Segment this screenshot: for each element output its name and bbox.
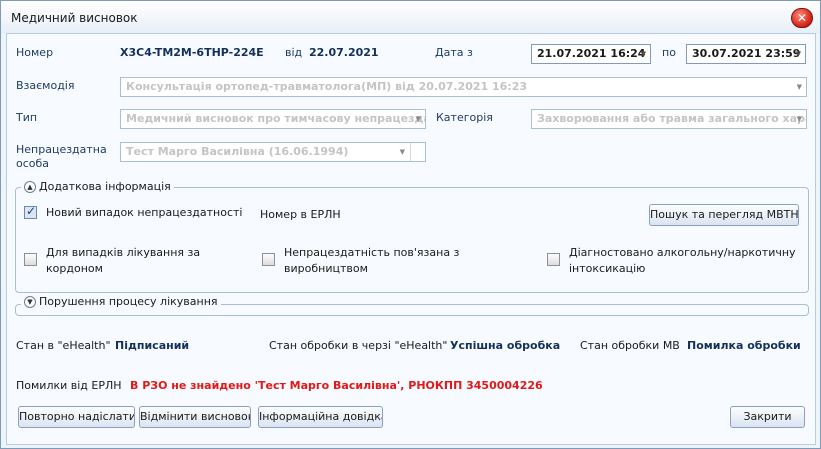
info-certificate-button[interactable]: Інформаційна довідка bbox=[258, 406, 383, 428]
category-value: Захворювання або травма загального харак… bbox=[537, 112, 806, 125]
title-bar: Медичний висновок ✕ bbox=[1, 1, 820, 33]
erln-error-message: В РЗО не знайдено 'Тест Марго Василівна'… bbox=[130, 379, 543, 392]
abroad-label-line2: кордоном bbox=[46, 262, 103, 275]
work-related-label-line2: виробництвом bbox=[284, 262, 368, 275]
alcohol-label-line1: Діагностовано алкогольну/наркотичну bbox=[569, 246, 796, 259]
type-label: Тип bbox=[16, 111, 38, 124]
interaction-label: Взаємодія bbox=[16, 79, 75, 92]
chevron-down-icon: ▼ bbox=[795, 50, 801, 58]
close-window-button[interactable]: ✕ bbox=[791, 8, 813, 28]
mv-status-value: Помилка обробки bbox=[687, 339, 801, 352]
chevron-down-icon: ▼ bbox=[399, 148, 405, 156]
date-from-label: Дата з bbox=[435, 46, 473, 59]
person-field[interactable]: Тест Марго Василівна (16.06.1994) ▼ bbox=[120, 142, 426, 162]
chevron-up-icon: ▲ bbox=[24, 181, 36, 193]
interaction-value: Консультація ортопед-травматолога(МП) ві… bbox=[126, 80, 528, 93]
interaction-field[interactable]: Консультація ортопед-травматолога(МП) ві… bbox=[120, 77, 807, 97]
violation-title: Порушення процесу лікування bbox=[39, 295, 218, 308]
ehealth-status-label: Стан в "eHealth" bbox=[16, 339, 111, 352]
alcohol-checkbox[interactable] bbox=[547, 253, 560, 266]
chevron-down-icon: ▼ bbox=[415, 115, 421, 123]
person-lookup-trigger[interactable] bbox=[410, 143, 425, 161]
new-case-label: Новий випадок непрацездатності bbox=[46, 206, 243, 219]
number-value: X3C4-TM2M-6THP-224E bbox=[120, 46, 264, 59]
chevron-down-icon: ▼ bbox=[24, 296, 36, 308]
date-to-field[interactable]: 30.07.2021 23:59 ▼ bbox=[686, 44, 806, 64]
person-label-line1: Непрацездатна bbox=[16, 143, 107, 156]
type-field[interactable]: Медичний висновок про тимчасову непрацез… bbox=[120, 109, 426, 129]
work-related-label-line1: Непрацездатність пов'язана з bbox=[284, 246, 460, 259]
queue-status-value: Успішна обробка bbox=[450, 339, 561, 352]
dialog-window: Медичний висновок ✕ Номер X3C4-TM2M-6THP… bbox=[0, 0, 821, 449]
from-date-value: 22.07.2021 bbox=[309, 46, 379, 59]
date-from-field[interactable]: 21.07.2021 16:24 ▼ bbox=[531, 44, 651, 64]
additional-info-header[interactable]: ▲ Додаткова інформація bbox=[21, 180, 174, 193]
date-to-label: по bbox=[662, 46, 676, 59]
additional-info-group bbox=[15, 187, 809, 293]
number-label: Номер bbox=[16, 46, 54, 59]
ehealth-status-value: Підписаний bbox=[115, 339, 190, 352]
person-label-line2: особа bbox=[16, 157, 50, 170]
mv-status-label: Стан обробки МВ bbox=[580, 339, 680, 352]
erln-number-label: Номер в ЕРЛН bbox=[260, 208, 341, 221]
chevron-down-icon: ▼ bbox=[640, 50, 646, 58]
from-label: від bbox=[285, 46, 303, 59]
additional-info-title: Додаткова інформація bbox=[39, 180, 171, 193]
window-title: Медичний висновок bbox=[11, 11, 138, 25]
category-label: Категорія bbox=[436, 111, 493, 124]
category-field[interactable]: Захворювання або травма загального харак… bbox=[531, 109, 807, 129]
date-from-value: 21.07.2021 16:24 bbox=[537, 47, 646, 60]
erln-errors-label: Помилки від ЕРЛН bbox=[16, 379, 122, 392]
abroad-label-line1: Для випадків лікування за bbox=[46, 246, 201, 259]
abroad-checkbox[interactable] bbox=[24, 253, 37, 266]
resend-button[interactable]: Повторно надіслати bbox=[18, 406, 135, 428]
queue-status-label: Стан обробки в черзі "eHealth" bbox=[269, 339, 448, 352]
chevron-down-icon: ▼ bbox=[796, 83, 802, 91]
search-mvtn-button[interactable]: Пошук та перегляд МВТН bbox=[649, 204, 799, 226]
dialog-body: Номер X3C4-TM2M-6THP-224E від 22.07.2021… bbox=[6, 33, 816, 445]
new-case-checkbox[interactable] bbox=[24, 204, 37, 219]
type-value: Медичний висновок про тимчасову непрацез… bbox=[126, 112, 425, 125]
work-related-checkbox[interactable] bbox=[262, 253, 275, 266]
person-value: Тест Марго Василівна (16.06.1994) bbox=[126, 145, 349, 158]
date-to-value: 30.07.2021 23:59 bbox=[692, 47, 801, 60]
chevron-down-icon: ▼ bbox=[796, 115, 802, 123]
close-icon: ✕ bbox=[796, 11, 808, 25]
cancel-conclusion-button[interactable]: Відмінити висновок bbox=[139, 406, 251, 428]
violation-header[interactable]: ▼ Порушення процесу лікування bbox=[21, 295, 221, 308]
close-button[interactable]: Закрити bbox=[730, 406, 805, 428]
alcohol-label-line2: інтоксикацію bbox=[569, 262, 646, 275]
